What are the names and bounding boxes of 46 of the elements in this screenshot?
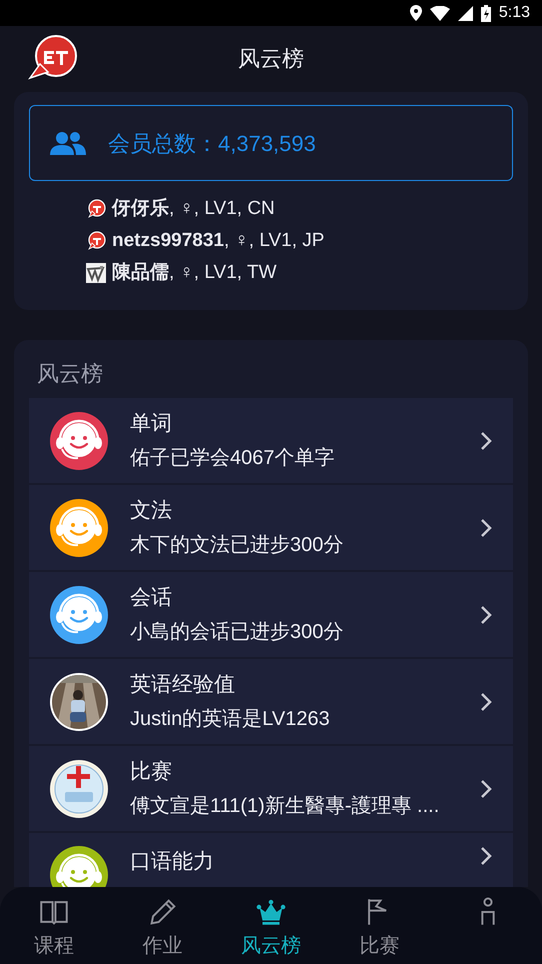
ranking-title: 文法	[130, 498, 173, 524]
member-count: 会员总数：4,373,593	[108, 130, 316, 158]
ranking-row[interactable]: 比赛 傅文宣是111(1)新生醫專-護理專 ....	[29, 746, 513, 831]
nav-tab[interactable]: 课程	[0, 887, 108, 964]
speech-bubble-logo-icon	[86, 199, 106, 219]
ranking-row[interactable]: 会话 小島的会话已进步300分	[29, 572, 513, 657]
headset-smiley-icon	[50, 498, 108, 556]
location-icon	[410, 5, 422, 21]
chevron-right-icon	[480, 518, 492, 538]
headset-smiley-icon	[50, 412, 108, 470]
ranking-detail: 傅文宣是111(1)新生醫專-護理專 ....	[130, 794, 440, 820]
ranking-detail: 佑子已学会4067个单字	[130, 446, 336, 472]
clock-time: 5:13	[498, 3, 530, 23]
app-logo-icon[interactable]	[28, 34, 78, 80]
ranking-detail: 木下的文法已进步300分	[130, 533, 344, 558]
ranking-title: 口语能力	[130, 849, 215, 875]
ranking-row[interactable]: 英语经验值 Justin的英语是LV1263	[29, 659, 513, 744]
chevron-right-icon	[480, 604, 492, 624]
signal-icon	[458, 6, 473, 20]
ranking-title: 比赛	[130, 758, 173, 785]
member-entry: netzs997831, ♀, LV1, JP	[112, 228, 324, 253]
member-entry: 陳品儒, ♀, LV1, TW	[112, 260, 277, 285]
users-icon	[50, 131, 86, 155]
member-entry: 伢伢乐, ♀, LV1, CN	[112, 196, 275, 221]
ranking-row[interactable]: 文法 木下的文法已进步300分	[29, 485, 513, 570]
ranking-row[interactable]: 单词 佑子已学会4067个单字	[29, 398, 513, 483]
ranking-detail: Justin的英语是LV1263	[130, 707, 331, 732]
nav-tab[interactable]: 比赛	[325, 887, 434, 964]
ranking-row[interactable]: 口语能力	[29, 833, 513, 887]
chevron-right-icon	[480, 430, 492, 450]
headset-smiley-icon	[50, 586, 108, 644]
chevron-right-icon	[480, 692, 492, 712]
ranking-title: 英语经验值	[130, 672, 236, 698]
section-title: 风云榜	[36, 360, 104, 388]
wifi-icon	[430, 6, 450, 20]
ranking-title: 会话	[130, 584, 173, 611]
chevron-right-icon	[480, 778, 492, 798]
nav-tab[interactable]: 风云榜	[216, 887, 326, 964]
page-title: 风云榜	[238, 44, 304, 72]
hospital-badge-icon	[50, 760, 108, 818]
nav-tab[interactable]: 作业	[108, 887, 217, 964]
battery-icon	[480, 4, 491, 22]
speech-bubble-logo-icon	[86, 231, 106, 251]
chevron-right-icon	[480, 846, 492, 866]
ranking-detail: 小島的会话已进步300分	[130, 620, 344, 646]
ranking-title: 单词	[130, 410, 173, 437]
